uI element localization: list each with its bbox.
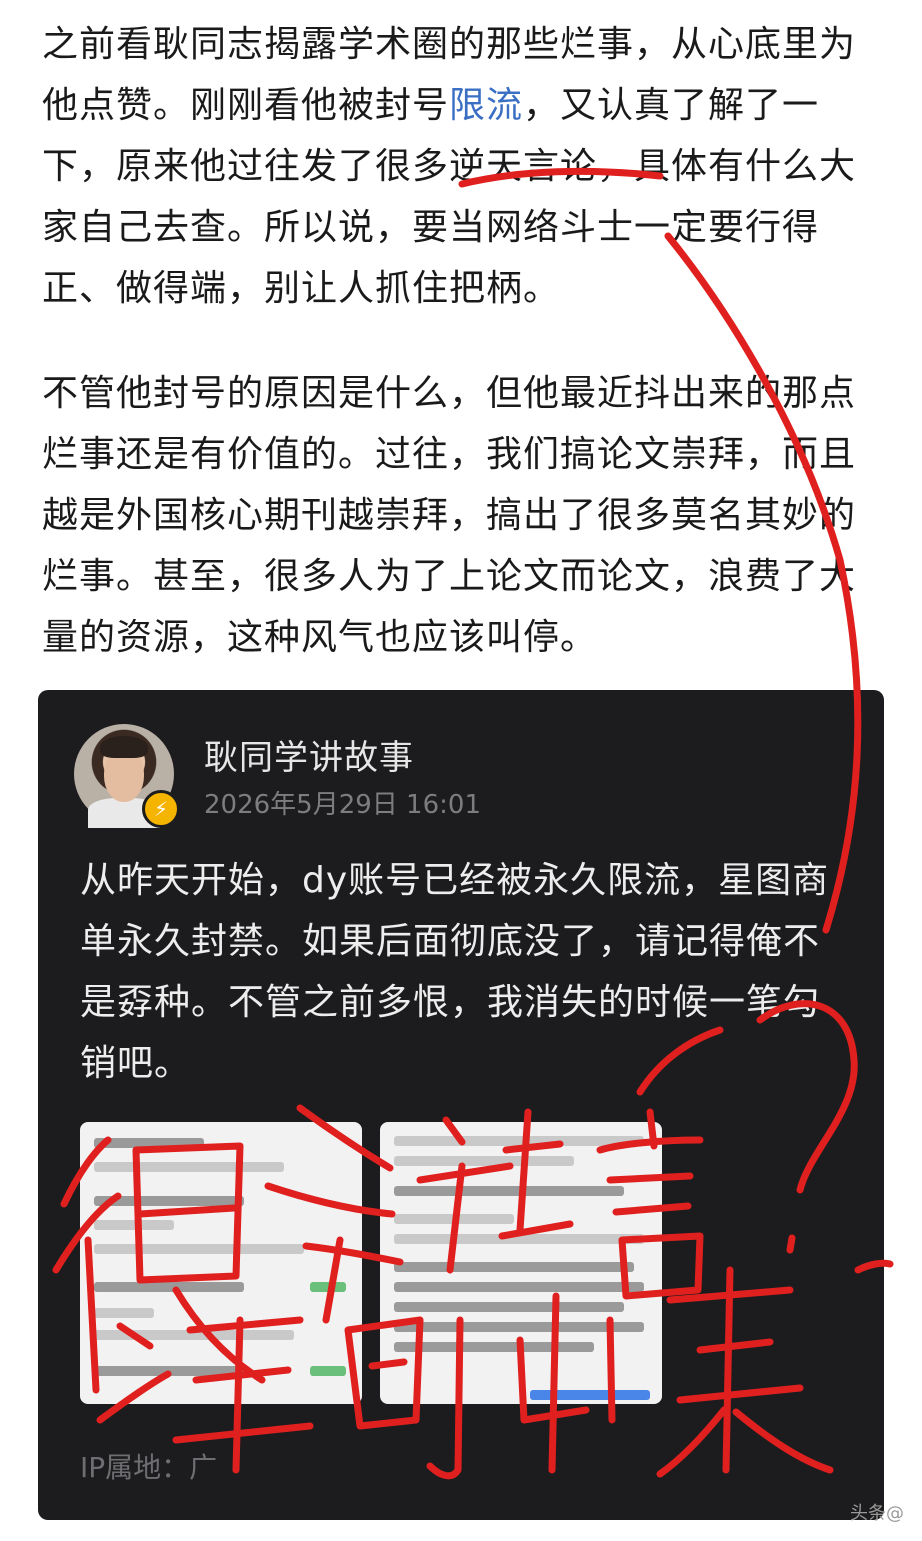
post-timestamp: 2026年5月29日 16:01 [204, 790, 481, 820]
restricted-link[interactable]: 限流 [449, 85, 523, 126]
post-image-2[interactable] [380, 1122, 662, 1404]
avatar-hair [100, 736, 148, 758]
paragraph-2: 不管他封号的原因是什么，但他最近抖出来的那点烂事还是有价值的。过往，我们搞论文崇… [42, 373, 857, 658]
article-text: 之前看耿同志揭露学术圈的那些烂事，从心底里为他点赞。刚刚看他被封号限流，又认真了… [42, 14, 872, 668]
post-image-1[interactable] [80, 1122, 362, 1404]
watermark: 头条@ [850, 1503, 904, 1524]
post-body: 从昨天开始，dy账号已经被永久限流，星图商单永久封禁。如果后面彻底没了，请记得俺… [80, 860, 830, 1084]
embedded-post-screenshot[interactable]: ⚡ 耿同学讲故事 2026年5月29日 16:01 从昨天开始，dy账号已经被永… [38, 690, 884, 1520]
paragraph-1: 之前看耿同志揭露学术圈的那些烂事，从心底里为他点赞。刚刚看他被封号限流，又认真了… [42, 14, 872, 319]
ip-location: IP属地：广 [80, 1451, 218, 1484]
lightning-badge-icon: ⚡ [142, 790, 180, 828]
post-username[interactable]: 耿同学讲故事 [204, 730, 414, 779]
